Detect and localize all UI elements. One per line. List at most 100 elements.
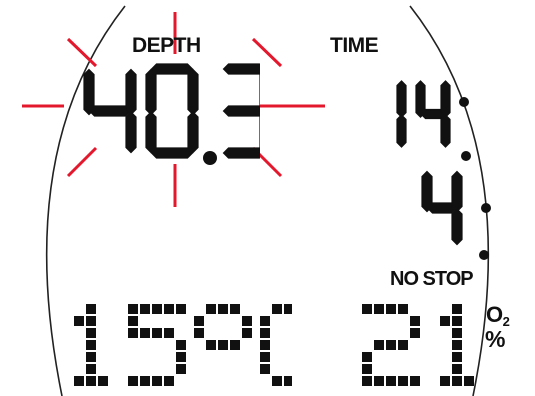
matrix-pixel [410, 376, 420, 386]
matrix-pixel [218, 340, 228, 350]
matrix-pixel [362, 364, 372, 374]
o2-percent-label: % [485, 326, 505, 352]
matrix-pixel [452, 316, 462, 326]
matrix-pixel [386, 376, 396, 386]
segment [145, 111, 157, 154]
time-digit [415, 80, 451, 148]
matrix-pixel [362, 304, 372, 314]
nostop-colon-dot [481, 203, 491, 213]
temperature-value [74, 304, 292, 386]
matrix-pixel [128, 304, 138, 314]
matrix-pixel [272, 304, 282, 314]
matrix-pixel [86, 376, 96, 386]
matrix-pixel [140, 376, 150, 386]
segment [125, 68, 137, 116]
matrix-pixel [386, 304, 396, 314]
matrix-pixel [374, 340, 384, 350]
matrix-pixel [260, 316, 270, 326]
matrix-pixel [152, 304, 162, 314]
matrix-pixel [194, 316, 204, 326]
matrix-pixel [86, 316, 96, 326]
segment [150, 63, 194, 75]
matrix-pixel [410, 316, 420, 326]
matrix-pixel [410, 328, 420, 338]
depth-digit [222, 63, 260, 159]
segment [150, 147, 194, 159]
matrix-pixel [176, 304, 186, 314]
o2-letter: O [486, 302, 503, 327]
matrix-pixel [176, 352, 186, 362]
matrix-pixel [374, 304, 384, 314]
matrix-pixel [452, 340, 462, 350]
degree-symbol-icon [194, 304, 252, 350]
dive-computer-display: DEPTH TIME 40.3 14 4 NO STOP 15 °C 21 O2… [0, 0, 535, 396]
temperature-char [260, 304, 292, 386]
time-colon-dot [461, 151, 471, 161]
temperature-char [74, 304, 108, 386]
matrix-pixel [242, 328, 252, 338]
segment [396, 114, 407, 148]
o2-char [440, 304, 474, 386]
depth-value [83, 63, 260, 165]
matrix-pixel [452, 328, 462, 338]
matrix-pixel [398, 376, 408, 386]
matrix-pixel [86, 352, 96, 362]
matrix-pixel [86, 364, 96, 374]
matrix-pixel [230, 304, 240, 314]
time-label: TIME [330, 34, 379, 57]
matrix-pixel [206, 304, 216, 314]
nostop-label: NO STOP [390, 268, 474, 290]
depth-digit [145, 63, 199, 159]
matrix-pixel [386, 340, 396, 350]
matrix-pixel [362, 352, 372, 362]
matrix-pixel [260, 352, 270, 362]
matrix-pixel [140, 328, 150, 338]
depth-decimal-point [203, 151, 217, 165]
segment [396, 80, 407, 118]
matrix-pixel [464, 376, 474, 386]
matrix-pixel [206, 340, 216, 350]
matrix-pixel [230, 340, 240, 350]
depth-label: DEPTH [132, 34, 201, 57]
matrix-pixel [242, 316, 252, 326]
matrix-pixel [176, 364, 186, 374]
matrix-pixel [272, 376, 282, 386]
matrix-pixel [398, 304, 408, 314]
matrix-pixel [164, 328, 174, 338]
matrix-pixel [128, 316, 138, 326]
o2-value [362, 304, 474, 386]
matrix-pixel [152, 376, 162, 386]
o2-label: O2 [486, 302, 510, 329]
matrix-pixel [194, 328, 204, 338]
matrix-pixel [164, 304, 174, 314]
matrix-pixel [260, 328, 270, 338]
segment [222, 63, 260, 75]
matrix-pixel [452, 352, 462, 362]
matrix-pixel [260, 364, 270, 374]
time-digit [396, 80, 407, 148]
depth-digit [83, 68, 137, 154]
matrix-pixel [128, 376, 138, 386]
matrix-pixel [152, 328, 162, 338]
matrix-pixel [284, 304, 292, 314]
matrix-pixel [74, 376, 84, 386]
matrix-pixel [452, 376, 462, 386]
matrix-pixel [140, 304, 150, 314]
matrix-pixel [440, 376, 450, 386]
segment [440, 80, 451, 118]
nostop-time-value [421, 170, 491, 260]
matrix-pixel [218, 304, 228, 314]
segment [187, 68, 199, 116]
matrix-pixel [74, 316, 84, 326]
matrix-pixel [260, 340, 270, 350]
segment [222, 147, 260, 159]
o2-char [362, 304, 420, 386]
matrix-pixel [398, 340, 408, 350]
segment [440, 114, 451, 148]
matrix-pixel [128, 328, 138, 338]
segment [222, 105, 260, 117]
segment [145, 68, 157, 116]
dive-time-value [396, 80, 471, 161]
segment [88, 105, 132, 117]
matrix-pixel [440, 316, 450, 326]
